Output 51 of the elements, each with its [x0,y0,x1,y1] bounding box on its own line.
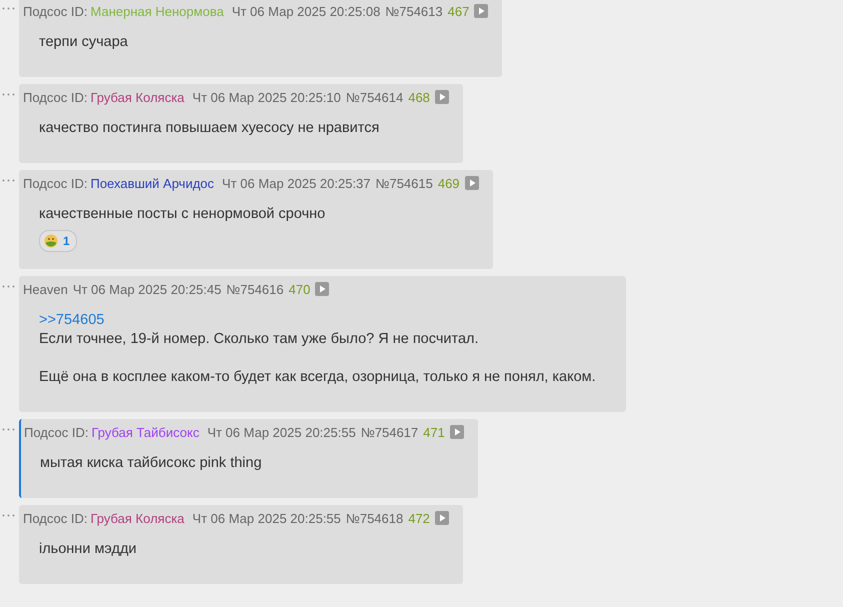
post-text: качественные посты с ненормовой срочно [39,205,326,224]
id-label: Подсос ID: [23,176,88,190]
poster-name: Грубая Коляска [90,90,184,104]
post-text: Ещё она в косплее каком-то будет как всегда, озорница, только я не понял, каком. [39,368,596,387]
post-text: мытая киска тайбисокс pink thing [40,454,263,473]
post-number[interactable]: №754618 [346,510,404,526]
post-number[interactable]: №754613 [385,4,443,18]
id-label: Подсос ID: [23,510,88,526]
post-text: ільонни мэдди [39,540,138,559]
post-counter: 472 [408,510,430,526]
post-counter: 471 [423,424,445,440]
poster-name: Манерная Ненормова [90,4,224,18]
post-counter: 470 [288,282,310,296]
post-date: Чт 06 Мар 2025 20:25:55 [192,510,341,526]
more-icon[interactable] [2,7,15,10]
post-text: Если точнее, 19-й номер. Сколько там уже было? Я не посчитал. [39,330,480,349]
poster-name: Heaven [23,282,68,296]
play-icon[interactable] [464,176,479,190]
post-counter: 469 [438,176,460,190]
more-icon[interactable] [2,285,15,288]
post-number[interactable]: №754614 [346,90,404,104]
reply-link[interactable]: >>754605 [39,311,596,330]
more-icon[interactable] [2,514,15,517]
post-counter: 468 [408,90,430,104]
poster-name: Грубая Коляска [90,510,184,526]
post-date: Чт 06 Мар 2025 20:25:10 [192,90,341,104]
post-number[interactable]: №754617 [360,424,418,440]
post-counter: 467 [448,4,470,18]
post-number[interactable]: №754615 [376,176,433,190]
reaction-button[interactable]: 1 [39,230,77,252]
play-icon[interactable] [434,90,449,104]
poster-name: Грубая Тайбисокс [91,424,200,440]
play-icon[interactable] [315,282,330,296]
post-date: Чт 06 Мар 2025 20:25:37 [222,176,371,190]
more-icon[interactable] [2,428,15,431]
more-icon[interactable] [2,93,15,96]
id-label: Подсос ID: [23,4,88,18]
play-icon[interactable] [474,4,488,18]
play-icon[interactable] [434,511,449,525]
post-date: Чт 06 Мар 2025 20:25:55 [207,424,356,440]
post-number[interactable]: №754616 [226,282,284,296]
id-label: Подсос ID: [24,424,88,440]
sick-face-icon [44,234,58,248]
post-date: Чт 06 Мар 2025 20:25:08 [232,4,380,18]
post-text: терпи сучара [39,33,129,52]
id-label: Подсос ID: [23,90,88,104]
poster-name: Поехавший Арчидос [90,176,214,190]
post-text: качество постинга повышаем хуесосу не нравится [39,119,380,138]
post-date: Чт 06 Мар 2025 20:25:45 [72,282,222,296]
more-icon[interactable] [2,179,15,182]
play-icon[interactable] [450,425,464,439]
